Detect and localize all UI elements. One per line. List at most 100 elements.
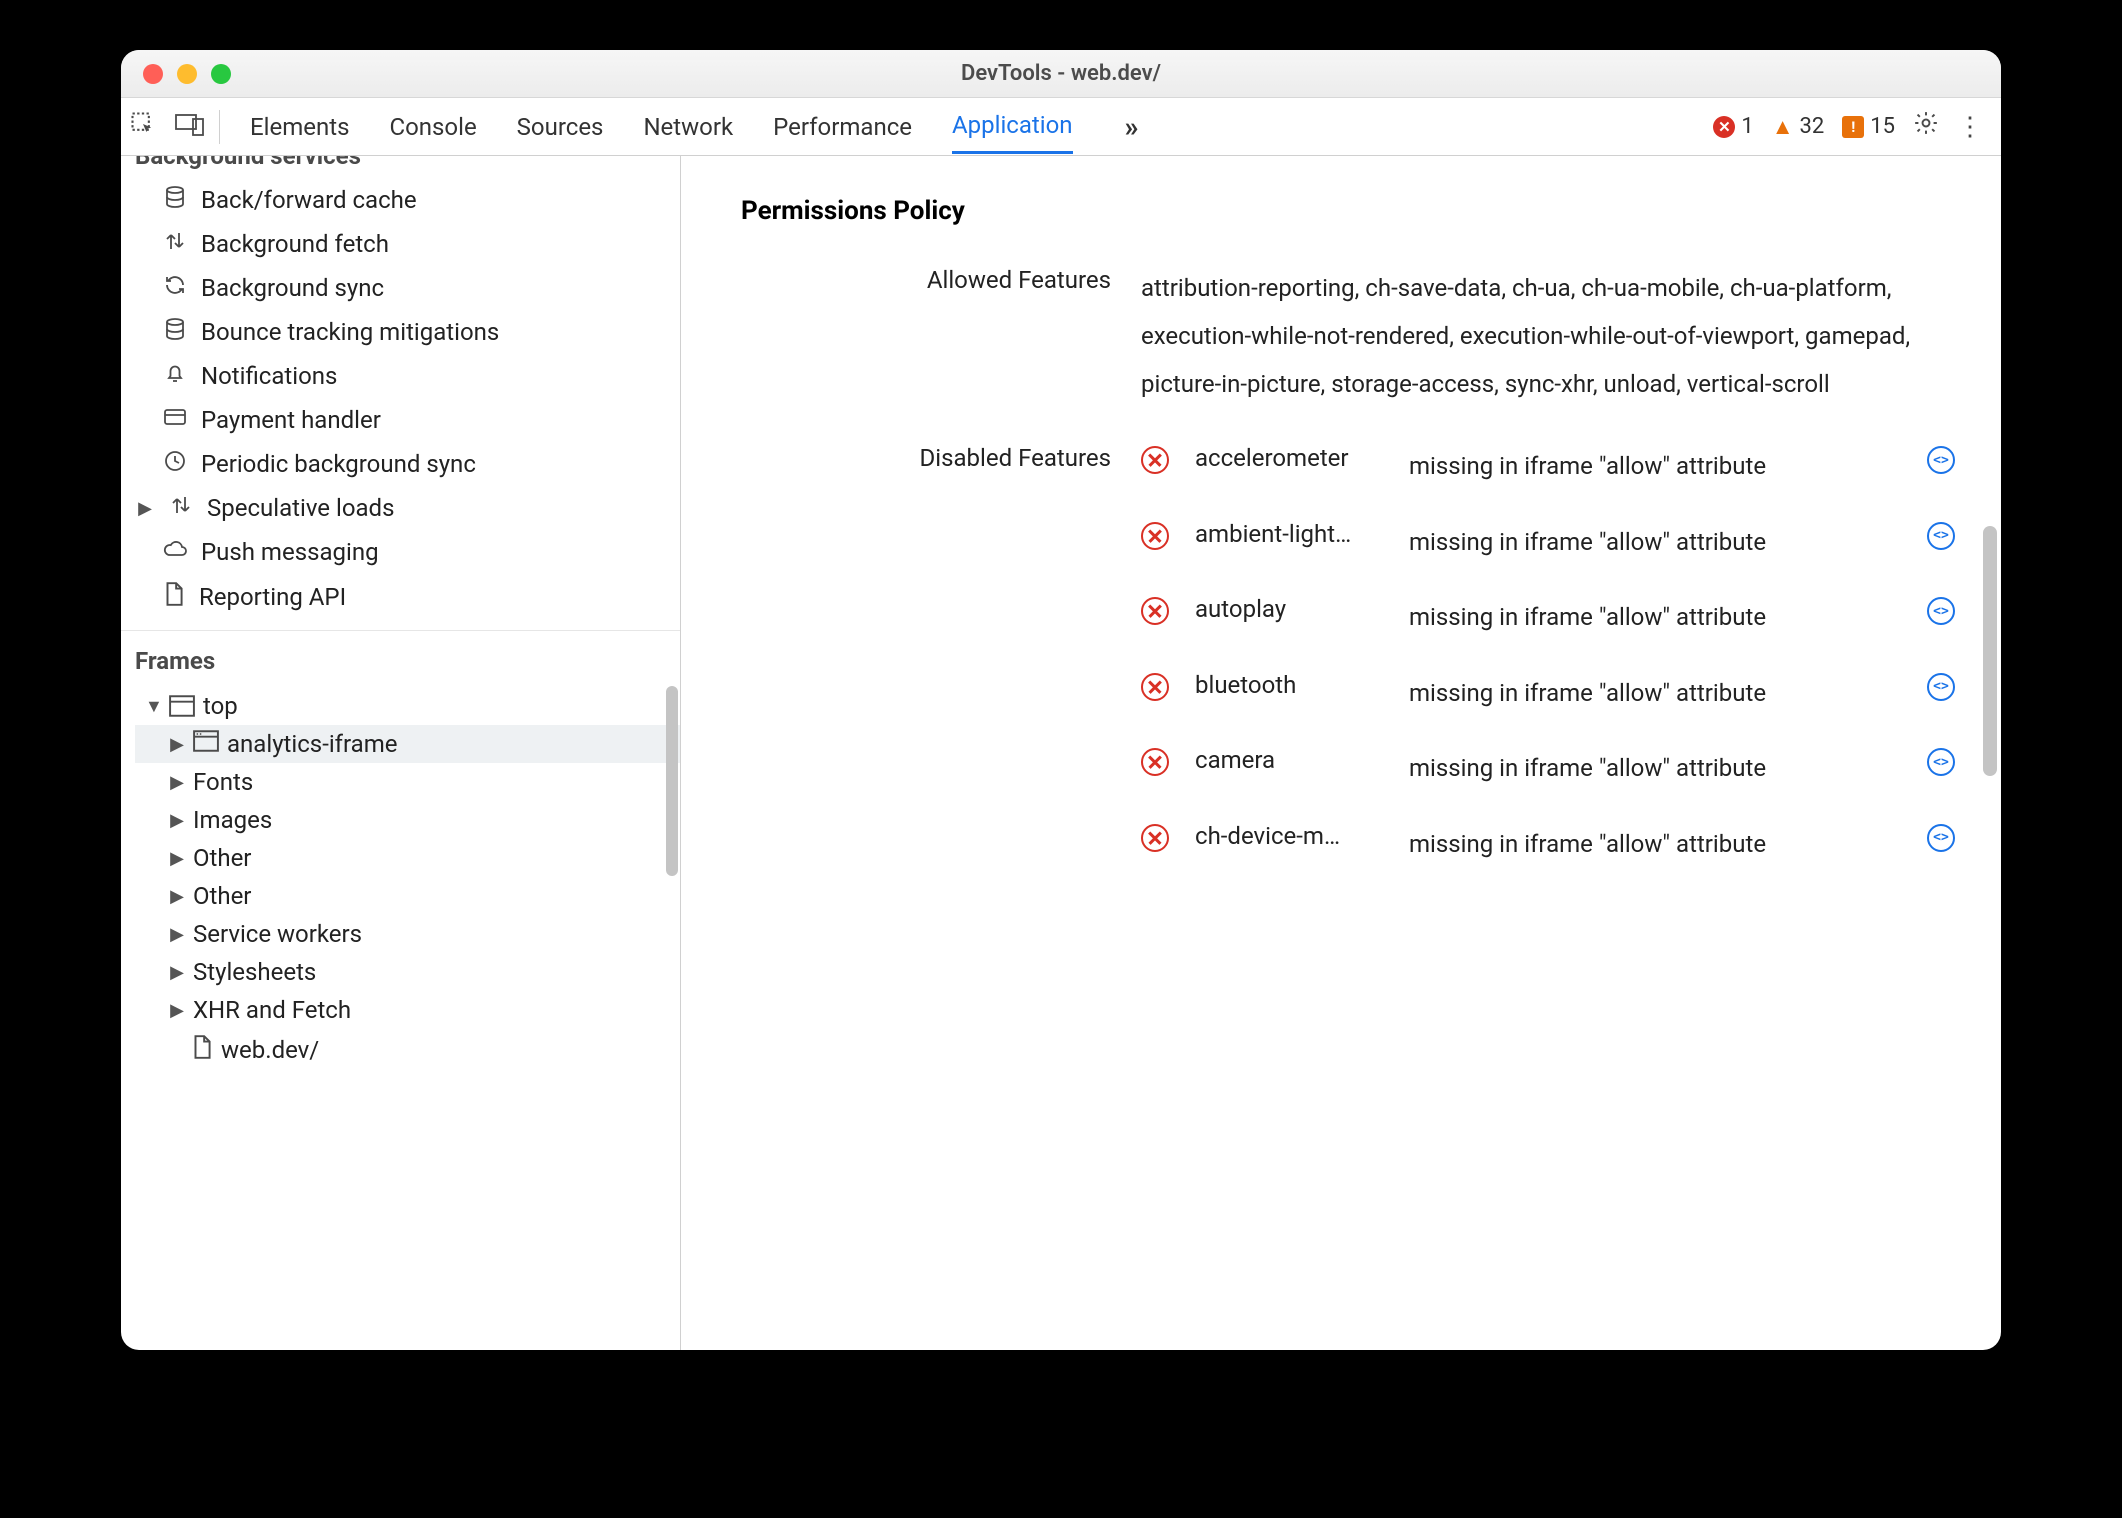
chevron-right-icon[interactable] bbox=[169, 962, 185, 983]
frame-item-label: Images bbox=[193, 806, 272, 834]
bg-service-notifications[interactable]: Notifications bbox=[121, 354, 680, 398]
issues-count[interactable]: ! 15 bbox=[1842, 114, 1895, 139]
maximize-window-button[interactable] bbox=[211, 64, 231, 84]
reveal-source-button[interactable]: <> bbox=[1927, 446, 1955, 474]
frame-item-web-dev-[interactable]: web.dev/ bbox=[135, 1029, 680, 1071]
frame-item-fonts[interactable]: Fonts bbox=[135, 763, 680, 801]
error-count[interactable]: ✕ 1 bbox=[1713, 114, 1753, 139]
disabled-feature-name: accelerometer bbox=[1195, 444, 1395, 472]
frame-item-images[interactable]: Images bbox=[135, 801, 680, 839]
reveal-source-button[interactable]: <> bbox=[1927, 824, 1955, 852]
titlebar: DevTools - web.dev/ bbox=[121, 50, 2001, 98]
bg-service-reporting-api[interactable]: Reporting API bbox=[121, 574, 680, 620]
allowed-features-value: attribution-reporting, ch-save-data, ch-… bbox=[1141, 264, 1971, 408]
blocked-icon bbox=[1141, 446, 1169, 474]
chevron-right-icon[interactable] bbox=[137, 498, 153, 519]
tab-network[interactable]: Network bbox=[643, 101, 733, 153]
card-icon bbox=[163, 405, 187, 435]
traffic-lights bbox=[121, 64, 231, 84]
disabled-feature-reason: missing in iframe "allow" attribute bbox=[1409, 595, 1913, 641]
toolbar-status: ✕ 1 ▲ 32 ! 15 ⋮ bbox=[1713, 110, 1993, 143]
bg-service-periodic-background-sync[interactable]: Periodic background sync bbox=[121, 442, 680, 486]
chevron-down-icon[interactable] bbox=[145, 696, 161, 717]
more-tabs-button[interactable]: » bbox=[1113, 110, 1151, 143]
frame-item-xhr-and-fetch[interactable]: XHR and Fetch bbox=[135, 991, 680, 1029]
bg-service-background-sync[interactable]: Background sync bbox=[121, 266, 680, 310]
reveal-source-button[interactable]: <> bbox=[1927, 673, 1955, 701]
tab-sources[interactable]: Sources bbox=[517, 101, 604, 153]
chevron-right-icon[interactable] bbox=[169, 924, 185, 945]
chevron-right-icon[interactable] bbox=[169, 772, 185, 793]
bg-service-payment-handler[interactable]: Payment handler bbox=[121, 398, 680, 442]
devtools-toolbar: Elements Console Sources Network Perform… bbox=[121, 98, 2001, 156]
bg-service-label: Periodic background sync bbox=[201, 450, 476, 478]
frame-item-service-workers[interactable]: Service workers bbox=[135, 915, 680, 953]
bg-service-speculative-loads[interactable]: Speculative loads bbox=[121, 486, 680, 530]
reveal-source-button[interactable]: <> bbox=[1927, 748, 1955, 776]
chevron-right-icon[interactable] bbox=[169, 886, 185, 907]
bg-service-label: Push messaging bbox=[201, 538, 379, 566]
bg-service-label: Background sync bbox=[201, 274, 384, 302]
disabled-feature-reason: missing in iframe "allow" attribute bbox=[1409, 444, 1913, 490]
devtools-window: DevTools - web.dev/ Elements Console Sou… bbox=[121, 50, 2001, 1350]
reveal-source-button[interactable]: <> bbox=[1927, 522, 1955, 550]
device-toolbar-icon[interactable] bbox=[175, 111, 205, 143]
inspect-element-icon[interactable] bbox=[129, 110, 157, 144]
frame-item-label: Other bbox=[193, 844, 251, 872]
disabled-features-list: accelerometer missing in iframe "allow" a… bbox=[1141, 442, 1971, 868]
blocked-icon bbox=[1141, 597, 1169, 625]
blocked-icon bbox=[1141, 748, 1169, 776]
bg-service-label: Bounce tracking mitigations bbox=[201, 318, 499, 346]
frames-header: Frames bbox=[121, 641, 680, 683]
chevron-right-icon[interactable] bbox=[169, 810, 185, 831]
iframe-icon bbox=[193, 730, 219, 758]
disabled-feature-reason: missing in iframe "allow" attribute bbox=[1409, 671, 1913, 717]
sync-icon bbox=[163, 273, 187, 303]
issues-icon: ! bbox=[1842, 116, 1864, 138]
disabled-feature-reason: missing in iframe "allow" attribute bbox=[1409, 520, 1913, 566]
clock-icon bbox=[163, 449, 187, 479]
bg-service-push-messaging[interactable]: Push messaging bbox=[121, 530, 680, 574]
frame-item-label: web.dev/ bbox=[221, 1036, 319, 1064]
bg-service-label: Notifications bbox=[201, 362, 337, 390]
main-scrollbar[interactable] bbox=[1983, 526, 1997, 776]
frame-item-label: Other bbox=[193, 882, 251, 910]
settings-icon[interactable] bbox=[1913, 110, 1939, 143]
frames-tree: top analytics-iframeFonts Images Other Othe… bbox=[121, 683, 680, 1071]
application-sidebar: Background services Back/forward cacheBa… bbox=[121, 156, 681, 1350]
frame-item-other[interactable]: Other bbox=[135, 839, 680, 877]
bg-service-back-forward-cache[interactable]: Back/forward cache bbox=[121, 178, 680, 222]
bg-service-label: Speculative loads bbox=[207, 494, 394, 522]
bg-service-background-fetch[interactable]: Background fetch bbox=[121, 222, 680, 266]
bg-service-label: Back/forward cache bbox=[201, 186, 417, 214]
sidebar-divider bbox=[121, 630, 680, 631]
tab-console[interactable]: Console bbox=[389, 101, 476, 153]
tab-performance[interactable]: Performance bbox=[773, 101, 912, 153]
blocked-icon bbox=[1141, 824, 1169, 852]
frame-item-stylesheets[interactable]: Stylesheets bbox=[135, 953, 680, 991]
main-content: Permissions Policy Allowed Features attr… bbox=[681, 156, 2001, 1350]
bg-service-label: Reporting API bbox=[199, 583, 346, 611]
chevron-right-icon[interactable] bbox=[169, 734, 185, 755]
close-window-button[interactable] bbox=[143, 64, 163, 84]
tab-elements[interactable]: Elements bbox=[250, 101, 349, 153]
chevron-right-icon[interactable] bbox=[169, 1000, 185, 1021]
frame-top[interactable]: top bbox=[135, 687, 680, 725]
reveal-source-button[interactable]: <> bbox=[1927, 597, 1955, 625]
window-icon bbox=[169, 695, 195, 717]
frame-item-other[interactable]: Other bbox=[135, 877, 680, 915]
sidebar-scrollbar[interactable] bbox=[666, 686, 678, 876]
file-icon bbox=[191, 1034, 213, 1066]
bg-service-bounce-tracking-mitigations[interactable]: Bounce tracking mitigations bbox=[121, 310, 680, 354]
tab-application[interactable]: Application bbox=[952, 99, 1073, 154]
disabled-feature-row: accelerometer missing in iframe "allow" a… bbox=[1141, 444, 1971, 490]
warning-count[interactable]: ▲ 32 bbox=[1772, 114, 1825, 140]
chevron-right-icon[interactable] bbox=[169, 848, 185, 869]
disabled-feature-name: camera bbox=[1195, 746, 1395, 774]
disabled-feature-name: autoplay bbox=[1195, 595, 1395, 623]
allowed-features-label: Allowed Features bbox=[721, 264, 1141, 408]
frame-item-analytics-iframe[interactable]: analytics-iframe bbox=[135, 725, 680, 763]
updown-icon bbox=[163, 229, 187, 259]
kebab-menu-icon[interactable]: ⋮ bbox=[1957, 112, 1983, 142]
minimize-window-button[interactable] bbox=[177, 64, 197, 84]
